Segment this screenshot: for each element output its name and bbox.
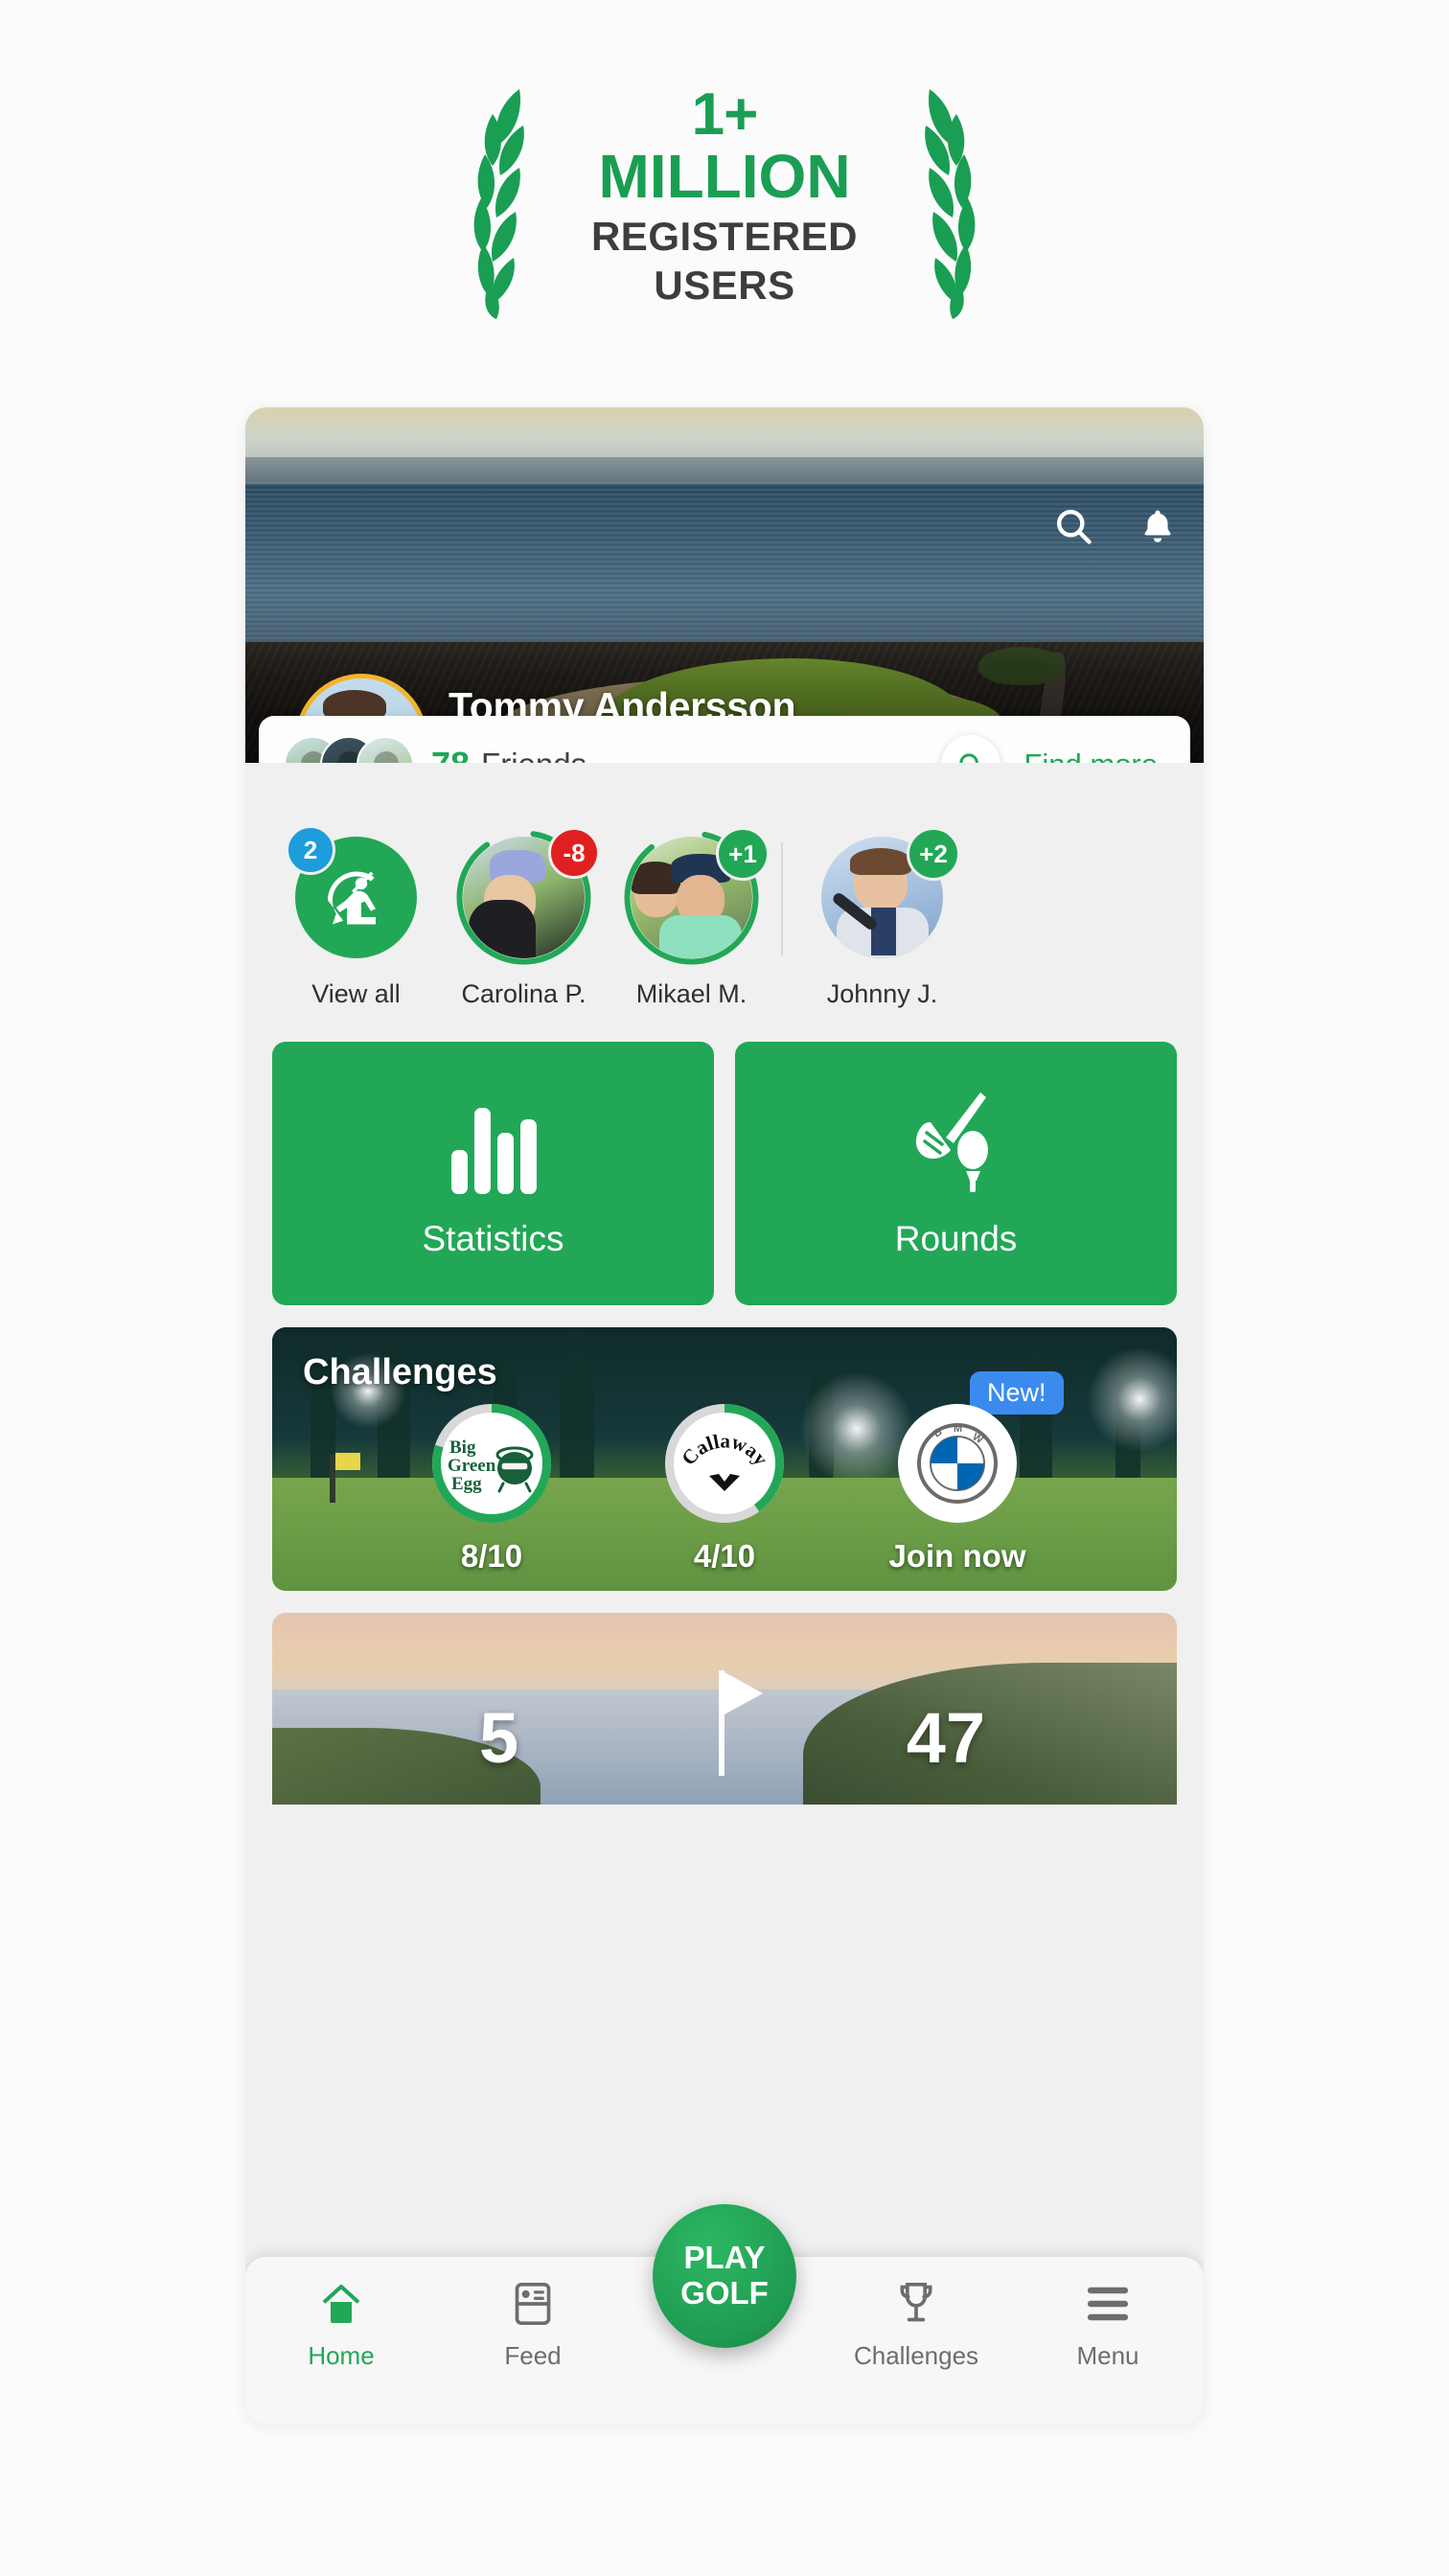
bmw-logo: B M W (898, 1404, 1017, 1523)
bar-chart-icon (448, 1089, 540, 1194)
challenge-item-callaway[interactable]: Callaway 4/10 (636, 1404, 814, 1575)
story-badge: +2 (907, 827, 960, 881)
story-item-johnny[interactable]: Johnny J. +2 (798, 827, 966, 1009)
avatar (356, 736, 414, 763)
challenge-item-bmw[interactable]: New! B M W Join now (869, 1371, 1064, 1575)
profile-hero: Tommy Andersson 5.4 | Lakeside GC, Unite… (245, 407, 1204, 763)
challenge-score: 4/10 (693, 1538, 756, 1574)
nav-item-feed[interactable]: Feed (437, 2278, 629, 2371)
feed-icon (512, 2278, 554, 2330)
rounds-tile[interactable]: Rounds (735, 1042, 1177, 1305)
svg-text:Big: Big (449, 1438, 476, 1458)
tile-label: Rounds (894, 1218, 1018, 1258)
challenges-title: Challenges (303, 1352, 497, 1392)
svg-text:Egg: Egg (451, 1474, 482, 1493)
registered-users-badge: 1+ MILLION REGISTERED USERS (0, 0, 1449, 393)
story-badge: +1 (716, 827, 770, 881)
quick-action-tiles: Statistics Rounds (272, 1042, 1177, 1305)
story-label: Mikael M. (635, 979, 748, 1008)
find-more-button[interactable]: Find more (1024, 748, 1158, 763)
story-label: Johnny J. (826, 979, 938, 1008)
nav-label: Menu (1076, 2341, 1139, 2370)
friends-count: 78 (431, 745, 470, 763)
nav-item-menu[interactable]: Menu (1012, 2278, 1204, 2371)
stories-divider (781, 842, 783, 955)
friends-bar[interactable]: 78 Friends Find more (259, 716, 1190, 763)
svg-text:Green: Green (448, 1456, 496, 1476)
badge-number: 1+ (691, 81, 759, 149)
nav-item-challenges[interactable]: Challenges (820, 2278, 1012, 2371)
story-item-view-all[interactable]: View all 2 (272, 825, 440, 1009)
bell-icon[interactable] (1135, 503, 1181, 549)
laurel-left-icon (473, 89, 524, 319)
search-icon[interactable] (941, 735, 1001, 763)
nav-label: Home (308, 2341, 375, 2370)
challenges-card[interactable]: Challenges Big Green Egg 8/10 allawa 4/1… (272, 1327, 1177, 1591)
flag-icon (713, 1661, 780, 1781)
challenge-score: 8/10 (460, 1538, 523, 1574)
teaser-right-number: 47 (906, 1698, 985, 1778)
friends-label: Friends (481, 747, 586, 763)
round-teaser-card[interactable]: 5 47 (272, 1613, 1177, 1805)
nav-label: Challenges (853, 2341, 979, 2370)
nav-label: Feed (504, 2341, 562, 2370)
nav-item-home[interactable]: Home (245, 2278, 437, 2371)
story-label: View all (311, 979, 401, 1008)
story-badge: 2 (286, 825, 335, 875)
friend-stories-row: View all 2 Carolina P. -8 Mikael M. +1 J… (245, 825, 1204, 1021)
golf-club-ball-icon (906, 1089, 1007, 1194)
bottom-navigation: Home Feed Challenges Menu PLAY GOLF (245, 2204, 1204, 2425)
laurel-right-icon (925, 89, 976, 319)
app-screen: Tommy Andersson 5.4 | Lakeside GC, Unite… (245, 407, 1204, 2425)
svg-text:Callaway: Callaway (680, 1434, 769, 1470)
trophy-icon (895, 2278, 937, 2330)
statistics-tile[interactable]: Statistics (272, 1042, 714, 1305)
friend-avatars-stack (284, 736, 414, 763)
play-golf-button[interactable]: PLAY GOLF (653, 2204, 796, 2348)
search-icon[interactable] (1050, 503, 1096, 549)
hamburger-menu-icon (1086, 2278, 1130, 2330)
badge-million: MILLION (598, 142, 851, 212)
teaser-left-number: 5 (479, 1698, 519, 1778)
badge-registered-line2: USERS (654, 262, 795, 308)
tile-label: Statistics (422, 1218, 564, 1258)
big-green-egg-logo: Big Green Egg (441, 1413, 542, 1514)
play-golf-line1: PLAY (683, 2240, 766, 2276)
callaway-logo: Callaway (674, 1413, 775, 1514)
story-item-carolina[interactable]: Carolina P. -8 (440, 827, 608, 1009)
svg-text:M: M (954, 1423, 962, 1435)
badge-registered-line1: REGISTERED (590, 213, 859, 259)
home-icon (317, 2278, 365, 2330)
story-badge: -8 (548, 827, 600, 879)
story-item-mikael[interactable]: Mikael M. +1 (608, 827, 775, 1009)
play-golf-line2: GOLF (680, 2275, 769, 2311)
challenge-score: Join now (888, 1538, 1026, 1574)
challenge-item-big-green-egg[interactable]: Big Green Egg 8/10 (403, 1404, 581, 1575)
story-label: Carolina P. (461, 979, 586, 1008)
